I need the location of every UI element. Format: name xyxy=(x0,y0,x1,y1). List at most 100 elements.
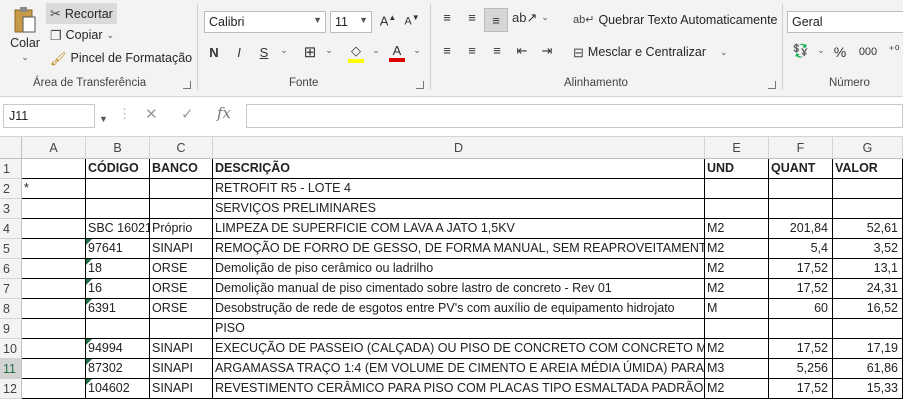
table-cell[interactable]: BANCO xyxy=(150,159,213,179)
error-indicator-icon[interactable] xyxy=(86,299,92,305)
table-cell[interactable]: M3 xyxy=(705,359,769,379)
table-cell[interactable] xyxy=(22,219,86,239)
font-color-icon[interactable]: A xyxy=(387,43,407,62)
table-cell[interactable]: LIMPEZA DE SUPERFICIE COM LAVA A JATO 1,… xyxy=(213,219,705,239)
table-cell[interactable]: SINAPI xyxy=(150,239,213,259)
table-cell[interactable]: EXECUÇÃO DE PASSEIO (CALÇADA) OU PISO DE… xyxy=(213,339,705,359)
table-cell[interactable]: 6391 xyxy=(86,299,150,319)
table-cell[interactable]: UND xyxy=(705,159,769,179)
row-header[interactable]: 5 xyxy=(0,239,22,259)
font-name-select[interactable]: Calibri ▼ xyxy=(204,11,326,33)
table-cell[interactable]: 16,52 xyxy=(833,299,903,319)
row-header[interactable]: 10 xyxy=(0,339,22,359)
table-cell[interactable]: M xyxy=(705,299,769,319)
chevron-down-icon[interactable]: ▼ xyxy=(99,114,108,124)
table-cell[interactable]: QUANT xyxy=(769,159,833,179)
table-cell[interactable] xyxy=(769,179,833,199)
bold-button[interactable]: N xyxy=(204,45,224,60)
row-header[interactable]: 7 xyxy=(0,279,22,299)
row-header[interactable]: 2 xyxy=(0,179,22,199)
chevron-down-icon[interactable]: ⌄ xyxy=(407,45,427,56)
increase-decimal-icon[interactable]: ⁺⁰ xyxy=(884,43,903,57)
table-cell[interactable]: 61,86 xyxy=(833,359,903,379)
align-left-icon[interactable]: ≡ xyxy=(437,43,457,58)
column-header-e[interactable]: E xyxy=(705,137,769,159)
increase-font-icon[interactable]: A▲ xyxy=(378,13,398,28)
table-cell[interactable]: Demolição de piso cerâmico ou ladrilho xyxy=(213,259,705,279)
dialog-launcher-icon[interactable] xyxy=(183,81,191,89)
cut-button[interactable]: ✂ Recortar xyxy=(46,3,117,24)
italic-button[interactable]: I xyxy=(229,45,249,60)
row-header[interactable]: 11 xyxy=(0,359,22,379)
spreadsheet-grid[interactable]: A B C D E F G 1 CÓDIGO BANCO DESCRIÇÃO UND QUANT VALO… xyxy=(0,137,903,403)
table-cell[interactable] xyxy=(22,379,86,399)
align-bottom-icon[interactable]: ≡ xyxy=(484,8,508,32)
currency-icon[interactable]: 💱 xyxy=(791,43,811,59)
enter-icon[interactable]: ✓ xyxy=(181,105,194,123)
function-icon[interactable]: fx xyxy=(217,104,231,122)
format-painter-button[interactable]: 🖌 Pincel de Formatação xyxy=(50,51,192,65)
table-cell[interactable] xyxy=(705,199,769,219)
decrease-font-icon[interactable]: A▼ xyxy=(402,13,422,28)
table-cell[interactable]: SBC 16021 xyxy=(86,219,150,239)
table-cell[interactable] xyxy=(86,319,150,339)
table-cell[interactable]: 17,52 xyxy=(769,379,833,399)
table-cell[interactable] xyxy=(22,339,86,359)
table-cell[interactable]: M2 xyxy=(705,379,769,399)
table-cell[interactable]: 3,52 xyxy=(833,239,903,259)
table-cell[interactable]: 52,61 xyxy=(833,219,903,239)
column-header-b[interactable]: B xyxy=(86,137,150,159)
row-header[interactable]: 12 xyxy=(0,379,22,399)
table-cell[interactable]: SINAPI xyxy=(150,359,213,379)
table-cell[interactable] xyxy=(705,319,769,339)
row-header[interactable]: 3 xyxy=(0,199,22,219)
table-cell[interactable]: Desobstrução de rede de esgotos entre PV… xyxy=(213,299,705,319)
table-cell[interactable]: 17,52 xyxy=(769,339,833,359)
chevron-down-icon[interactable]: ⌄ xyxy=(366,45,386,56)
chevron-down-icon[interactable]: ⌄ xyxy=(21,52,29,63)
table-cell[interactable]: ARGAMASSA TRAÇO 1:4 (EM VOLUME DE CIMENT… xyxy=(213,359,705,379)
row-header[interactable]: 4 xyxy=(0,219,22,239)
table-cell[interactable]: PISO xyxy=(213,319,705,339)
cancel-icon[interactable]: ✕ xyxy=(145,105,158,123)
table-cell[interactable]: SINAPI xyxy=(150,339,213,359)
wrap-text-button[interactable]: ab↵ Quebrar Texto Automaticamente xyxy=(573,13,778,27)
table-cell[interactable]: 15,33 xyxy=(833,379,903,399)
chevron-down-icon[interactable]: ⌄ xyxy=(319,45,339,56)
table-cell[interactable]: 17,52 xyxy=(769,279,833,299)
copy-button[interactable]: ❐ Copiar ⌄ xyxy=(50,28,114,42)
table-cell[interactable] xyxy=(22,279,86,299)
chevron-down-icon[interactable]: ⌄ xyxy=(811,45,831,56)
table-cell[interactable] xyxy=(833,319,903,339)
error-indicator-icon[interactable] xyxy=(86,359,92,365)
table-cell[interactable] xyxy=(86,179,150,199)
percent-button[interactable]: % xyxy=(830,44,850,60)
chevron-down-icon[interactable]: ⌄ xyxy=(274,45,294,56)
table-cell[interactable]: 17,19 xyxy=(833,339,903,359)
table-cell[interactable]: 13,1 xyxy=(833,259,903,279)
table-cell[interactable]: RETROFIT R5 - LOTE 4 xyxy=(213,179,705,199)
table-cell[interactable]: M2 xyxy=(705,259,769,279)
table-cell[interactable] xyxy=(150,199,213,219)
table-cell[interactable]: 17,52 xyxy=(769,259,833,279)
table-cell[interactable]: 5,256 xyxy=(769,359,833,379)
table-cell[interactable]: * xyxy=(22,179,86,199)
align-center-icon[interactable]: ≡ xyxy=(462,43,482,58)
table-cell[interactable] xyxy=(769,319,833,339)
table-cell[interactable]: 16 xyxy=(86,279,150,299)
chevron-down-icon[interactable]: ⌄ xyxy=(720,47,728,58)
font-size-select[interactable]: 11 ▼ xyxy=(330,11,372,33)
underline-button[interactable]: S xyxy=(254,45,274,60)
table-cell[interactable]: SINAPI xyxy=(150,379,213,399)
dialog-launcher-icon[interactable] xyxy=(768,81,776,89)
table-cell[interactable] xyxy=(150,319,213,339)
table-cell[interactable] xyxy=(769,199,833,219)
formula-input[interactable] xyxy=(246,104,903,128)
column-header-c[interactable]: C xyxy=(150,137,213,159)
align-top-icon[interactable]: ≡ xyxy=(437,10,457,25)
table-cell[interactable]: 60 xyxy=(769,299,833,319)
table-cell[interactable]: 24,31 xyxy=(833,279,903,299)
table-cell[interactable] xyxy=(22,259,86,279)
borders-icon[interactable]: ⊞ xyxy=(300,43,320,61)
table-cell[interactable]: SERVIÇOS PRELIMINARES xyxy=(213,199,705,219)
